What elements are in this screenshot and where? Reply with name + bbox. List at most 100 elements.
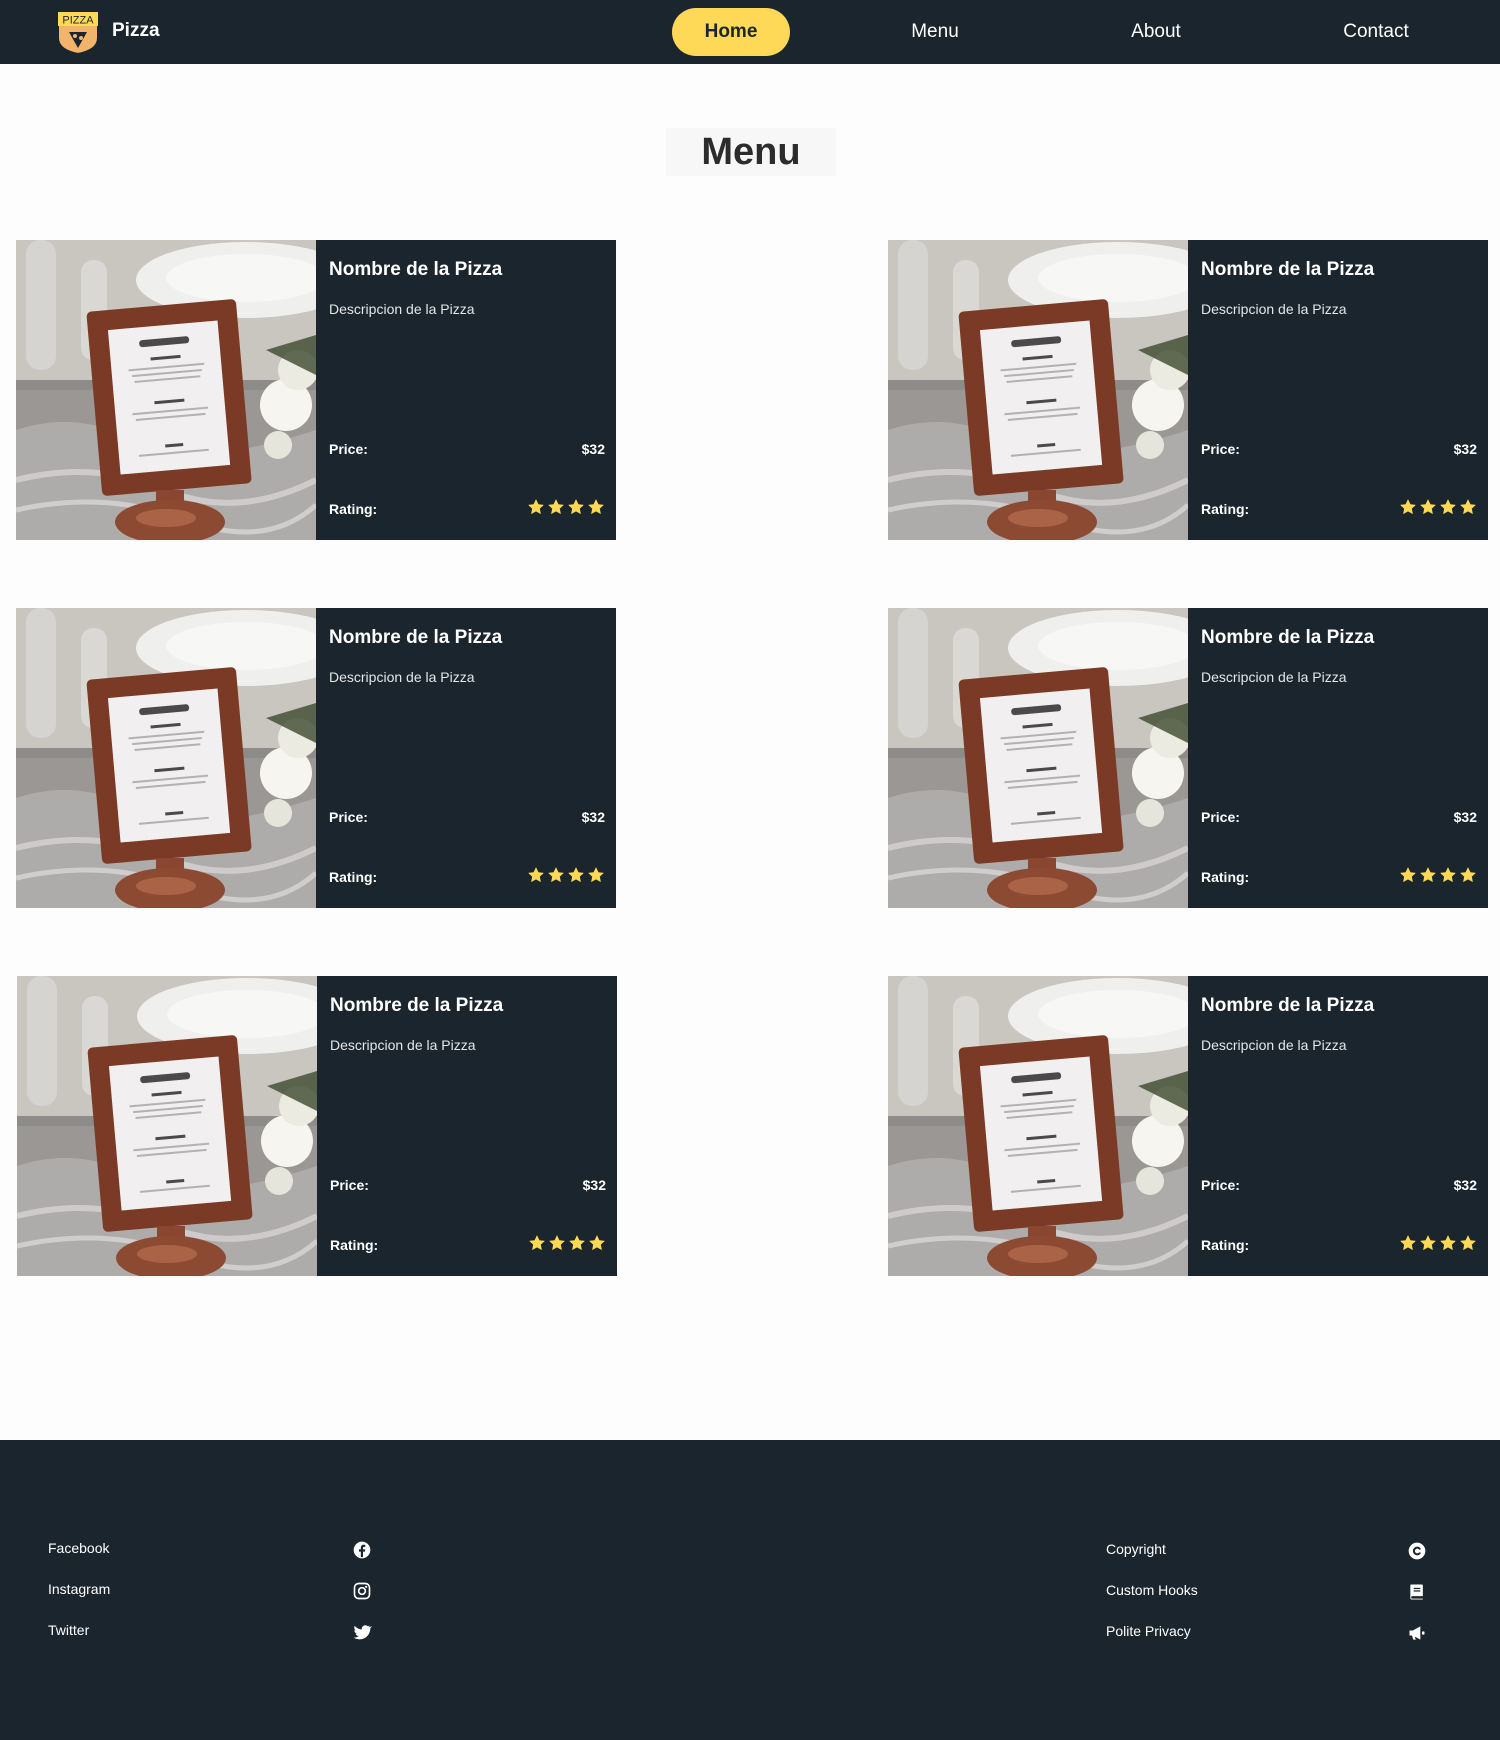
pizza-logo[interactable]: PIZZA (54, 8, 102, 56)
product-info: Nombre de la Pizza Descripcion de la Piz… (1188, 976, 1488, 1276)
star-icon (547, 498, 565, 516)
product-card[interactable]: Nombre de la Pizza Descripcion de la Piz… (888, 608, 1488, 908)
product-card[interactable]: Nombre de la Pizza Descripcion de la Piz… (17, 976, 617, 1276)
rating-stars (1399, 498, 1477, 518)
product-image (888, 976, 1188, 1276)
star-icon (528, 1234, 546, 1252)
product-description: Descripcion de la Pizza (1201, 301, 1347, 317)
rating-label: Rating: (1201, 501, 1250, 517)
star-icon (1419, 1234, 1437, 1252)
star-icon (587, 498, 605, 516)
twitter-link[interactable]: Twitter (48, 1622, 89, 1638)
rating-stars (527, 866, 605, 886)
star-icon (567, 498, 585, 516)
product-description: Descripcion de la Pizza (1201, 1037, 1347, 1053)
top-navbar: PIZZA Pizza Home Menu About Contact (0, 0, 1500, 64)
product-description: Descripcion de la Pizza (329, 301, 475, 317)
product-image (16, 608, 316, 908)
nav-menu[interactable]: Menu (890, 8, 980, 56)
star-icon (587, 866, 605, 884)
price-label: Price: (329, 441, 368, 457)
star-icon (1439, 498, 1457, 516)
book-icon (1410, 1584, 1423, 1600)
star-icon (1399, 498, 1417, 516)
product-price: $32 (581, 441, 605, 457)
rating-label: Rating: (329, 869, 378, 885)
megaphone-icon (1409, 1626, 1425, 1640)
rating-label: Rating: (1201, 1237, 1250, 1253)
star-icon (1419, 498, 1437, 516)
copyright-link[interactable]: Copyright (1106, 1541, 1166, 1557)
star-icon (567, 866, 585, 884)
brand-name[interactable]: Pizza (112, 20, 160, 42)
rating-stars (1399, 866, 1477, 886)
rating-label: Rating: (1201, 869, 1250, 885)
star-icon (527, 866, 545, 884)
product-description: Descripcion de la Pizza (329, 669, 475, 685)
product-card[interactable]: Nombre de la Pizza Descripcion de la Piz… (16, 608, 616, 908)
site-footer: Facebook Instagram Twitter Copyright Cus… (0, 1440, 1500, 1740)
star-icon (1419, 866, 1437, 884)
product-info: Nombre de la Pizza Descripcion de la Piz… (1188, 608, 1488, 908)
product-card[interactable]: Nombre de la Pizza Descripcion de la Piz… (888, 976, 1488, 1276)
price-label: Price: (1201, 809, 1240, 825)
rating-label: Rating: (330, 1237, 379, 1253)
star-icon (1459, 1234, 1477, 1252)
page-title: Menu (666, 128, 836, 176)
product-name: Nombre de la Pizza (329, 259, 503, 280)
price-label: Price: (1201, 1177, 1240, 1193)
product-name: Nombre de la Pizza (330, 995, 504, 1016)
product-image (888, 240, 1188, 540)
nav-contact[interactable]: Contact (1326, 8, 1426, 56)
product-image (888, 608, 1188, 908)
facebook-icon[interactable] (352, 1540, 372, 1560)
instagram-link[interactable]: Instagram (48, 1581, 110, 1597)
product-info: Nombre de la Pizza Descripcion de la Piz… (1188, 240, 1488, 540)
product-image (16, 240, 316, 540)
product-description: Descripcion de la Pizza (1201, 669, 1347, 685)
rating-label: Rating: (329, 501, 378, 517)
product-price: $32 (1453, 441, 1477, 457)
custom-hooks-link[interactable]: Custom Hooks (1106, 1582, 1198, 1598)
product-name: Nombre de la Pizza (1201, 627, 1375, 648)
star-icon (1459, 866, 1477, 884)
product-description: Descripcion de la Pizza (330, 1037, 476, 1053)
instagram-icon[interactable] (352, 1581, 372, 1601)
rating-stars (527, 498, 605, 518)
product-name: Nombre de la Pizza (1201, 259, 1375, 280)
product-price: $32 (1453, 809, 1477, 825)
star-icon (1439, 1234, 1457, 1252)
product-image (17, 976, 317, 1276)
star-icon (1459, 498, 1477, 516)
product-price: $32 (1453, 1177, 1477, 1193)
star-icon (1439, 866, 1457, 884)
price-label: Price: (1201, 441, 1240, 457)
nav-home[interactable]: Home (672, 8, 790, 56)
rating-stars (1399, 1234, 1477, 1254)
logo-text: PIZZA (62, 15, 94, 27)
star-icon (1399, 1234, 1417, 1252)
star-icon (548, 1234, 566, 1252)
star-icon (527, 498, 545, 516)
nav-about[interactable]: About (1110, 8, 1202, 56)
product-info: Nombre de la Pizza Descripcion de la Piz… (316, 608, 616, 908)
price-label: Price: (330, 1177, 369, 1193)
product-price: $32 (581, 809, 605, 825)
copyright-icon (1408, 1542, 1426, 1560)
star-icon (568, 1234, 586, 1252)
product-card[interactable]: Nombre de la Pizza Descripcion de la Piz… (16, 240, 616, 540)
product-info: Nombre de la Pizza Descripcion de la Piz… (316, 240, 616, 540)
twitter-icon[interactable] (352, 1622, 372, 1642)
product-name: Nombre de la Pizza (329, 627, 503, 648)
star-icon (588, 1234, 606, 1252)
price-label: Price: (329, 809, 368, 825)
polite-privacy-link[interactable]: Polite Privacy (1106, 1623, 1191, 1639)
star-icon (1399, 866, 1417, 884)
rating-stars (528, 1234, 606, 1254)
product-card[interactable]: Nombre de la Pizza Descripcion de la Piz… (888, 240, 1488, 540)
facebook-link[interactable]: Facebook (48, 1540, 109, 1556)
star-icon (547, 866, 565, 884)
product-info: Nombre de la Pizza Descripcion de la Piz… (317, 976, 617, 1276)
product-name: Nombre de la Pizza (1201, 995, 1375, 1016)
product-price: $32 (582, 1177, 606, 1193)
